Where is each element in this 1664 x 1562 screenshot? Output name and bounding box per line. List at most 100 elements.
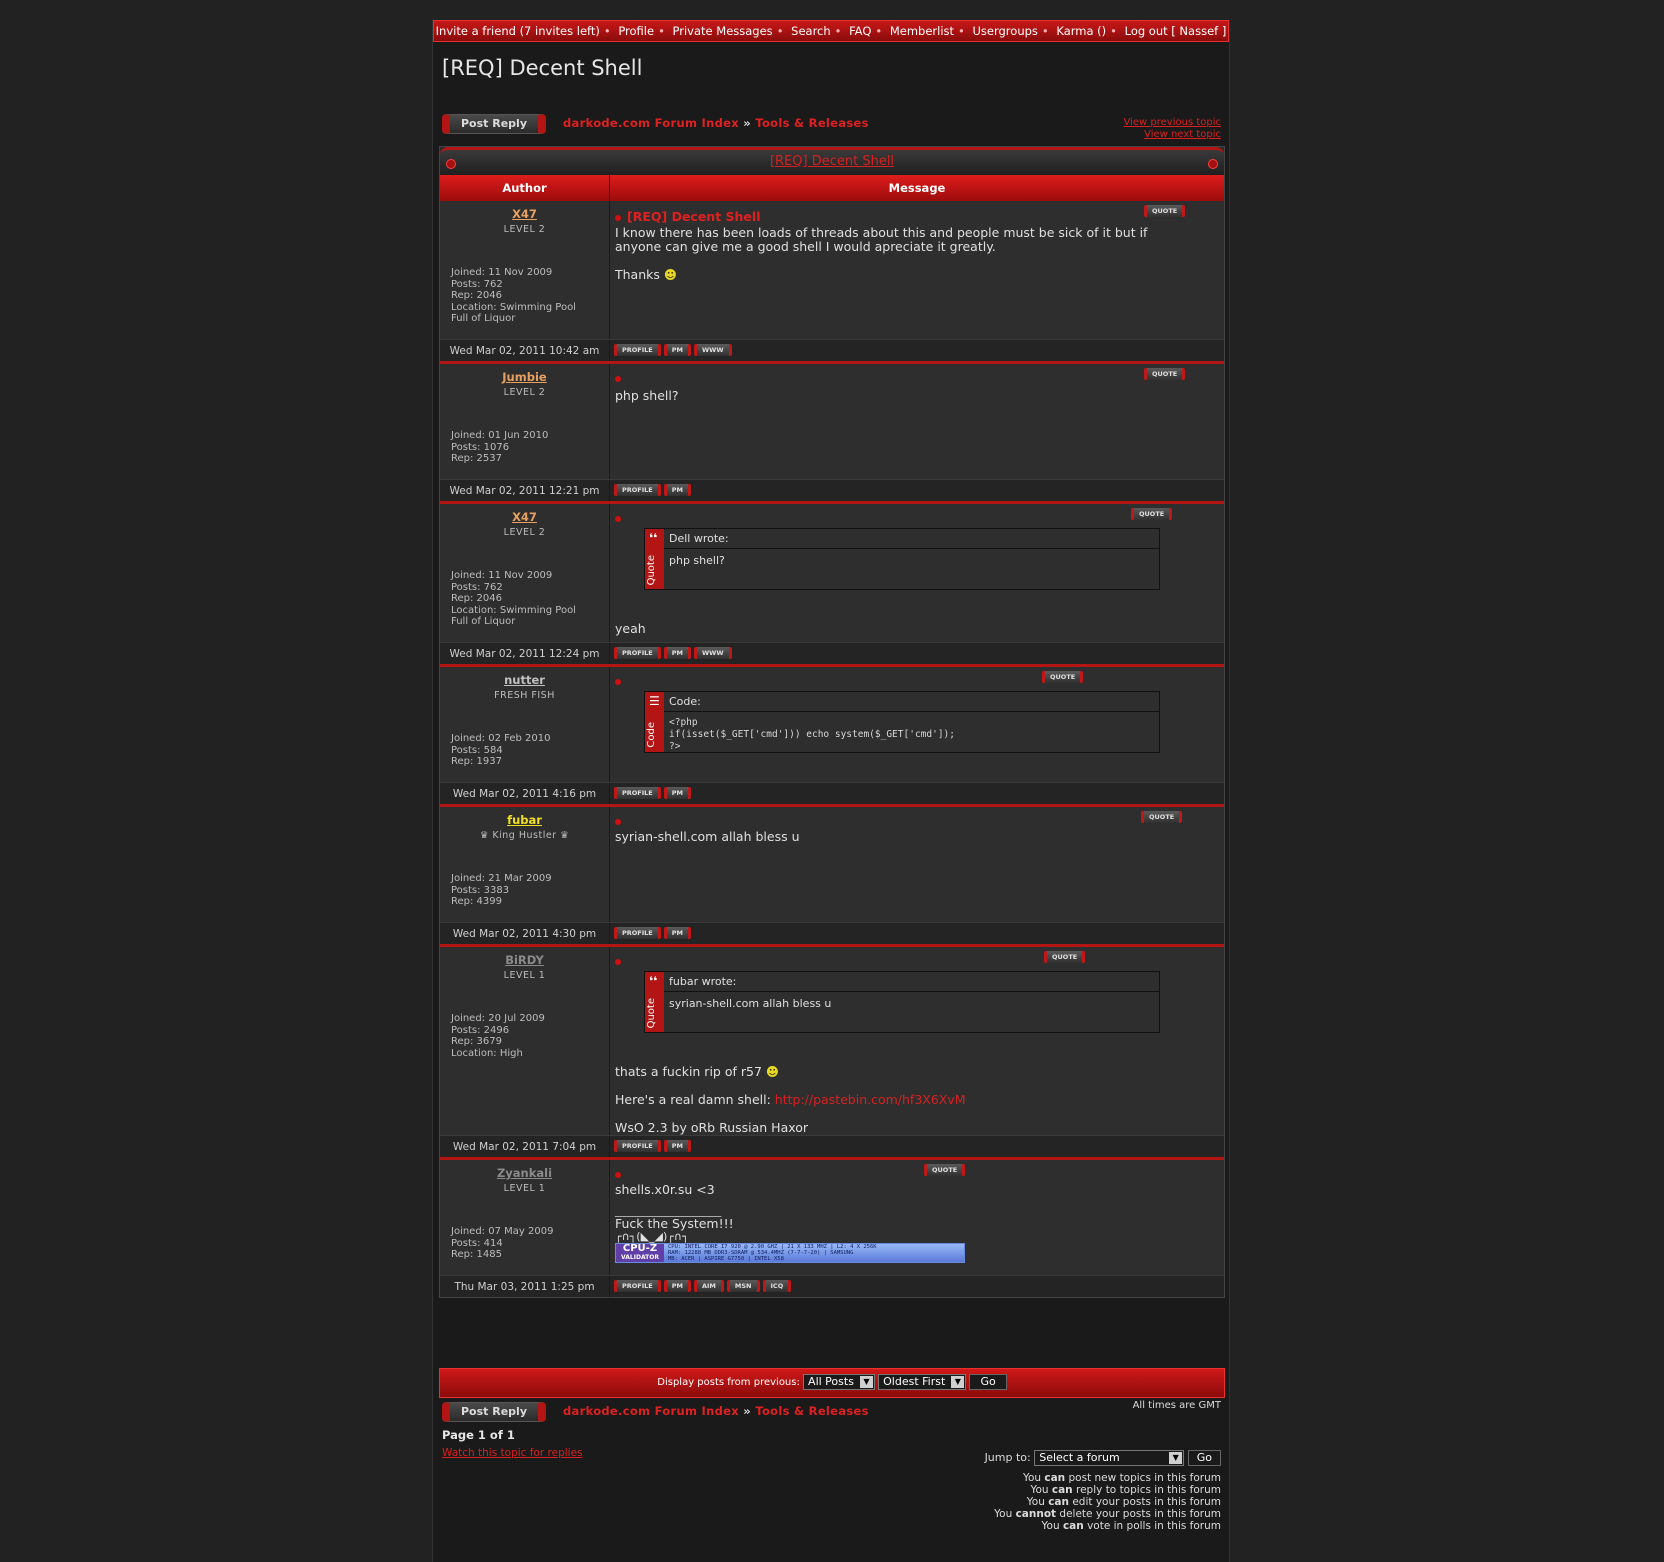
posts-filter-select[interactable]: All Posts ▼ — [803, 1374, 875, 1390]
quote-button[interactable]: QUOTE — [1141, 811, 1183, 823]
post-footer: Wed Mar 02, 2011 4:30 pm PROFILE PM — [440, 922, 1224, 944]
nav-memberlist[interactable]: Memberlist — [890, 24, 954, 38]
nav-usergroups[interactable]: Usergroups — [973, 24, 1038, 38]
profile-button[interactable]: PROFILE — [614, 647, 661, 659]
post-reply-button[interactable]: Post Reply — [442, 114, 546, 134]
list-icon: ☰ — [649, 694, 660, 708]
user-rank: LEVEL 2 — [503, 527, 546, 538]
quote-author: Dell wrote: — [664, 529, 1159, 549]
profile-button[interactable]: PROFILE — [614, 484, 661, 496]
posts-table: [REQ] Decent Shell Author Message X47 LE… — [439, 146, 1225, 1298]
post: Zyankali LEVEL 1 Joined: 07 May 2009 Pos… — [440, 1157, 1224, 1297]
post: X47 LEVEL 2 Joined: 11 Nov 2009 Posts: 7… — [440, 501, 1224, 664]
user-location-cont: Full of Liquor — [451, 313, 516, 324]
post-icon — [615, 376, 621, 382]
post-message: QUOTE shells.x0r.su <3 _________________… — [610, 1160, 1224, 1275]
chevron-down-icon: ▼ — [951, 1376, 965, 1388]
username-link[interactable]: fubar — [450, 813, 599, 827]
pm-button[interactable]: PM — [663, 1140, 691, 1152]
signature-text: Fuck the System!!! — [615, 1216, 734, 1231]
user-stats: Joined: 02 Feb 2010 Posts: 584 Rep: 1937 — [451, 733, 601, 768]
jump-forum-select[interactable]: Select a forum ▼ — [1034, 1450, 1185, 1466]
quote-button[interactable]: QUOTE — [1131, 508, 1173, 520]
username-link[interactable]: Jumbie — [450, 370, 599, 384]
nav-profile[interactable]: Profile — [618, 24, 654, 38]
aim-button[interactable]: AIM — [693, 1280, 724, 1292]
user-joined: Joined: 02 Feb 2010 — [451, 733, 551, 744]
pm-button[interactable]: PM — [663, 787, 691, 799]
quote-button[interactable]: QUOTE — [1044, 951, 1086, 963]
quote-button[interactable]: QUOTE — [1144, 368, 1186, 380]
profile-button[interactable]: PROFILE — [614, 1280, 661, 1292]
icq-button[interactable]: ICQ — [762, 1280, 792, 1292]
user-location-cont: Full of Liquor — [451, 616, 516, 627]
user-location: Location: Swimming Pool — [451, 301, 576, 313]
corner-dot-icon — [1208, 159, 1218, 169]
profile-button[interactable]: PROFILE — [614, 927, 661, 939]
post-body: shells.x0r.su <3 — [615, 1182, 715, 1197]
nav-karma[interactable]: Karma () — [1056, 24, 1106, 38]
code-header: Code: — [664, 692, 1159, 712]
pm-button[interactable]: PM — [663, 647, 691, 659]
user-stats: Joined: 01 Jun 2010 Posts: 1076 Rep: 253… — [451, 430, 601, 465]
jump-go-button[interactable]: Go — [1187, 1450, 1221, 1466]
pm-button[interactable]: PM — [663, 484, 691, 496]
nav-logout[interactable]: Log out [ Nassef ] — [1125, 24, 1227, 38]
table-header-title[interactable]: [REQ] Decent Shell — [770, 154, 894, 169]
breadcrumb-tools-releases[interactable]: Tools & Releases — [755, 1404, 868, 1418]
post-author-panel: Zyankali LEVEL 1 Joined: 07 May 2009 Pos… — [440, 1160, 610, 1275]
post-body-line: WsO 2.3 by oRb Russian Haxor — [615, 1120, 809, 1135]
code-label: Code — [646, 722, 657, 748]
post: BiRDY LEVEL 1 Joined: 20 Jul 2009 Posts:… — [440, 944, 1224, 1157]
profile-button[interactable]: PROFILE — [614, 344, 661, 356]
username-link[interactable]: Zyankali — [450, 1166, 599, 1180]
jump-to: Jump to: Select a forum ▼ Go — [985, 1450, 1221, 1466]
msn-button[interactable]: MSN — [726, 1280, 760, 1292]
post-author-panel: X47 LEVEL 2 Joined: 11 Nov 2009 Posts: 7… — [440, 504, 610, 642]
user-rep: Rep: 1485 — [451, 1249, 502, 1260]
column-author: Author — [440, 175, 610, 201]
username-link[interactable]: X47 — [450, 510, 599, 524]
user-rep: Rep: 2046 — [451, 290, 502, 301]
user-posts: Posts: 762 — [451, 278, 503, 290]
watch-topic-link[interactable]: Watch this topic for replies — [442, 1447, 583, 1459]
profile-button[interactable]: PROFILE — [614, 787, 661, 799]
quote-button[interactable]: QUOTE — [1042, 671, 1084, 683]
nav-faq[interactable]: FAQ — [849, 24, 871, 38]
username-link[interactable]: X47 — [450, 207, 599, 221]
post-reply-button-bottom[interactable]: Post Reply — [442, 1402, 546, 1422]
nav-invite[interactable]: Invite a friend (7 invites left) — [436, 24, 600, 38]
cpuz-badge[interactable]: CPU-Z VALIDATOR CPU: INTEL CORE I7 920 @ … — [615, 1243, 965, 1263]
profile-button[interactable]: PROFILE — [614, 1140, 661, 1152]
pm-button[interactable]: PM — [663, 344, 691, 356]
pm-button[interactable]: PM — [663, 1280, 691, 1292]
quote-button[interactable]: QUOTE — [1144, 205, 1186, 217]
user-stats: Joined: 07 May 2009 Posts: 414 Rep: 1485 — [451, 1226, 601, 1261]
nav-private-messages[interactable]: Private Messages — [673, 24, 773, 38]
topic-navigation: View previous topic View next topic — [1123, 117, 1221, 141]
quote-button[interactable]: QUOTE — [924, 1164, 966, 1176]
username-link[interactable]: BiRDY — [450, 953, 599, 967]
quote-text: php shell? — [669, 554, 725, 567]
chevron-down-icon: ▼ — [1169, 1452, 1183, 1464]
pm-button[interactable]: PM — [663, 927, 691, 939]
breadcrumb-tools-releases[interactable]: Tools & Releases — [755, 116, 868, 130]
breadcrumb-forum-index[interactable]: darkode.com Forum Index — [563, 116, 739, 130]
user-posts: Posts: 762 — [451, 581, 503, 593]
username-link[interactable]: nutter — [450, 673, 599, 687]
sort-order-select[interactable]: Oldest First ▼ — [878, 1374, 967, 1390]
quote-author: fubar wrote: — [664, 972, 1159, 992]
page-wrapper: Invite a friend (7 invites left) • Profil… — [432, 20, 1230, 1562]
permission-line: You can post new topics in this forum — [1022, 1472, 1221, 1484]
nav-search[interactable]: Search — [791, 24, 831, 38]
view-previous-topic-link[interactable]: View previous topic — [1123, 117, 1221, 129]
post-message: QUOTE php shell? — [610, 364, 1224, 479]
view-next-topic-link[interactable]: View next topic — [1123, 129, 1221, 141]
smile-icon: ☻ — [663, 267, 677, 282]
www-button[interactable]: WWW — [693, 344, 732, 356]
display-go-button[interactable]: Go — [969, 1374, 1007, 1390]
www-button[interactable]: WWW — [693, 647, 732, 659]
breadcrumb-forum-index[interactable]: darkode.com Forum Index — [563, 1404, 739, 1418]
pastebin-link[interactable]: http://pastebin.com/hf3X6XvM — [775, 1092, 966, 1107]
user-joined: Joined: 11 Nov 2009 — [451, 267, 553, 278]
